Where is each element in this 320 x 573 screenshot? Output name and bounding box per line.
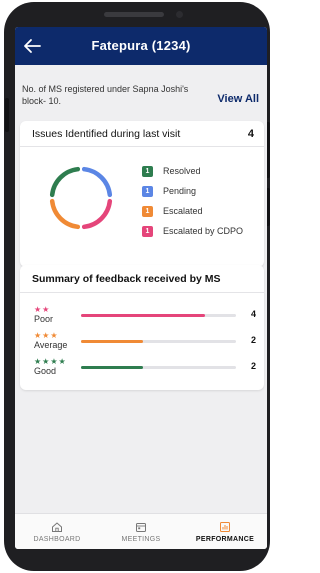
nav-performance[interactable]: PERFORMANCE [183, 514, 267, 549]
issues-count: 4 [247, 127, 254, 140]
legend-count-badge: 1 [142, 165, 153, 177]
speaker-notch [104, 12, 164, 17]
legend-count-badge: 1 [142, 225, 153, 237]
rating-stars: ★★★★ [34, 357, 67, 366]
rating-bar-fill [81, 314, 205, 317]
home-icon [52, 521, 62, 532]
feedback-card: Summary of feedback received by MS ★★ Poo… [20, 265, 264, 390]
rating-count: 2 [250, 335, 256, 345]
legend-item: 1 Pending [142, 181, 243, 201]
legend-item: 1 Escalated [142, 201, 243, 221]
legend-label: Resolved [163, 166, 201, 176]
feedback-row: ★★★ Average 2 [34, 331, 256, 357]
donut-segment [81, 166, 113, 198]
rating-bar-track [81, 366, 236, 369]
issues-donut-chart [49, 166, 113, 230]
issues-card: Issues Identified during last visit 4 1R… [20, 121, 264, 267]
legend-label: Pending [163, 186, 197, 196]
view-all-link[interactable]: View All [217, 93, 259, 105]
rating-label: Poor [34, 314, 54, 324]
legend-label: Escalated by CDPO [163, 226, 244, 236]
rating-count: 2 [250, 361, 256, 371]
rating-stars: ★★★ [34, 331, 59, 340]
nav-dashboard-label: DASHBOARD [33, 535, 81, 543]
rating-bar-fill [81, 366, 143, 369]
donut-segment [49, 166, 81, 198]
app-screen: Fatepura (1234) No. of MS registered und… [15, 27, 267, 549]
legend-count-badge: 1 [142, 205, 153, 217]
issues-title: Issues Identified during last visit [32, 127, 181, 140]
nav-meetings-label: MEETINGS [121, 535, 161, 543]
feedback-title: Summary of feedback received by MS [32, 272, 221, 285]
phone-frame: Fatepura (1234) No. of MS registered und… [4, 2, 270, 571]
rating-bar-fill [81, 340, 143, 343]
donut-segment [49, 198, 81, 230]
feedback-card-header: Summary of feedback received by MS [20, 265, 264, 293]
calendar-icon [136, 522, 146, 532]
issues-legend: 1 Resolved 1 Pending 1 Escalated 1 Escalated by… [142, 161, 243, 241]
rating-bar-track [81, 314, 236, 317]
page-title: Fatepura (1234) [91, 38, 191, 53]
legend-item: 1 Escalated by CDPO [142, 221, 243, 241]
rating-stars: ★★ [34, 305, 51, 314]
bottom-navigation: DASHBOARD MEETINGS PERFORMANCE [15, 513, 267, 549]
rating-count: 4 [250, 309, 256, 319]
feedback-row: ★★★★ Good 2 [34, 357, 256, 383]
app-header: Fatepura (1234) [15, 27, 267, 65]
rating-label: Average [34, 340, 68, 350]
legend-label: Escalated [163, 206, 203, 216]
donut-segment [81, 198, 113, 230]
legend-item: 1 Resolved [142, 161, 243, 181]
camera [176, 11, 183, 18]
nav-dashboard[interactable]: DASHBOARD [15, 514, 99, 549]
feedback-row: ★★ Poor 4 [34, 305, 256, 331]
nav-performance-label: PERFORMANCE [195, 535, 255, 543]
chart-icon [220, 521, 230, 532]
rating-label: Good [34, 366, 57, 376]
issues-card-header: Issues Identified during last visit 4 [20, 121, 264, 147]
legend-count-badge: 1 [142, 185, 153, 197]
rating-bar-track [81, 340, 236, 343]
ms-registered-text: No. of MS registered under Sapna Joshi's… [22, 84, 189, 106]
side-button [5, 98, 9, 132]
nav-meetings[interactable]: MEETINGS [99, 514, 183, 549]
